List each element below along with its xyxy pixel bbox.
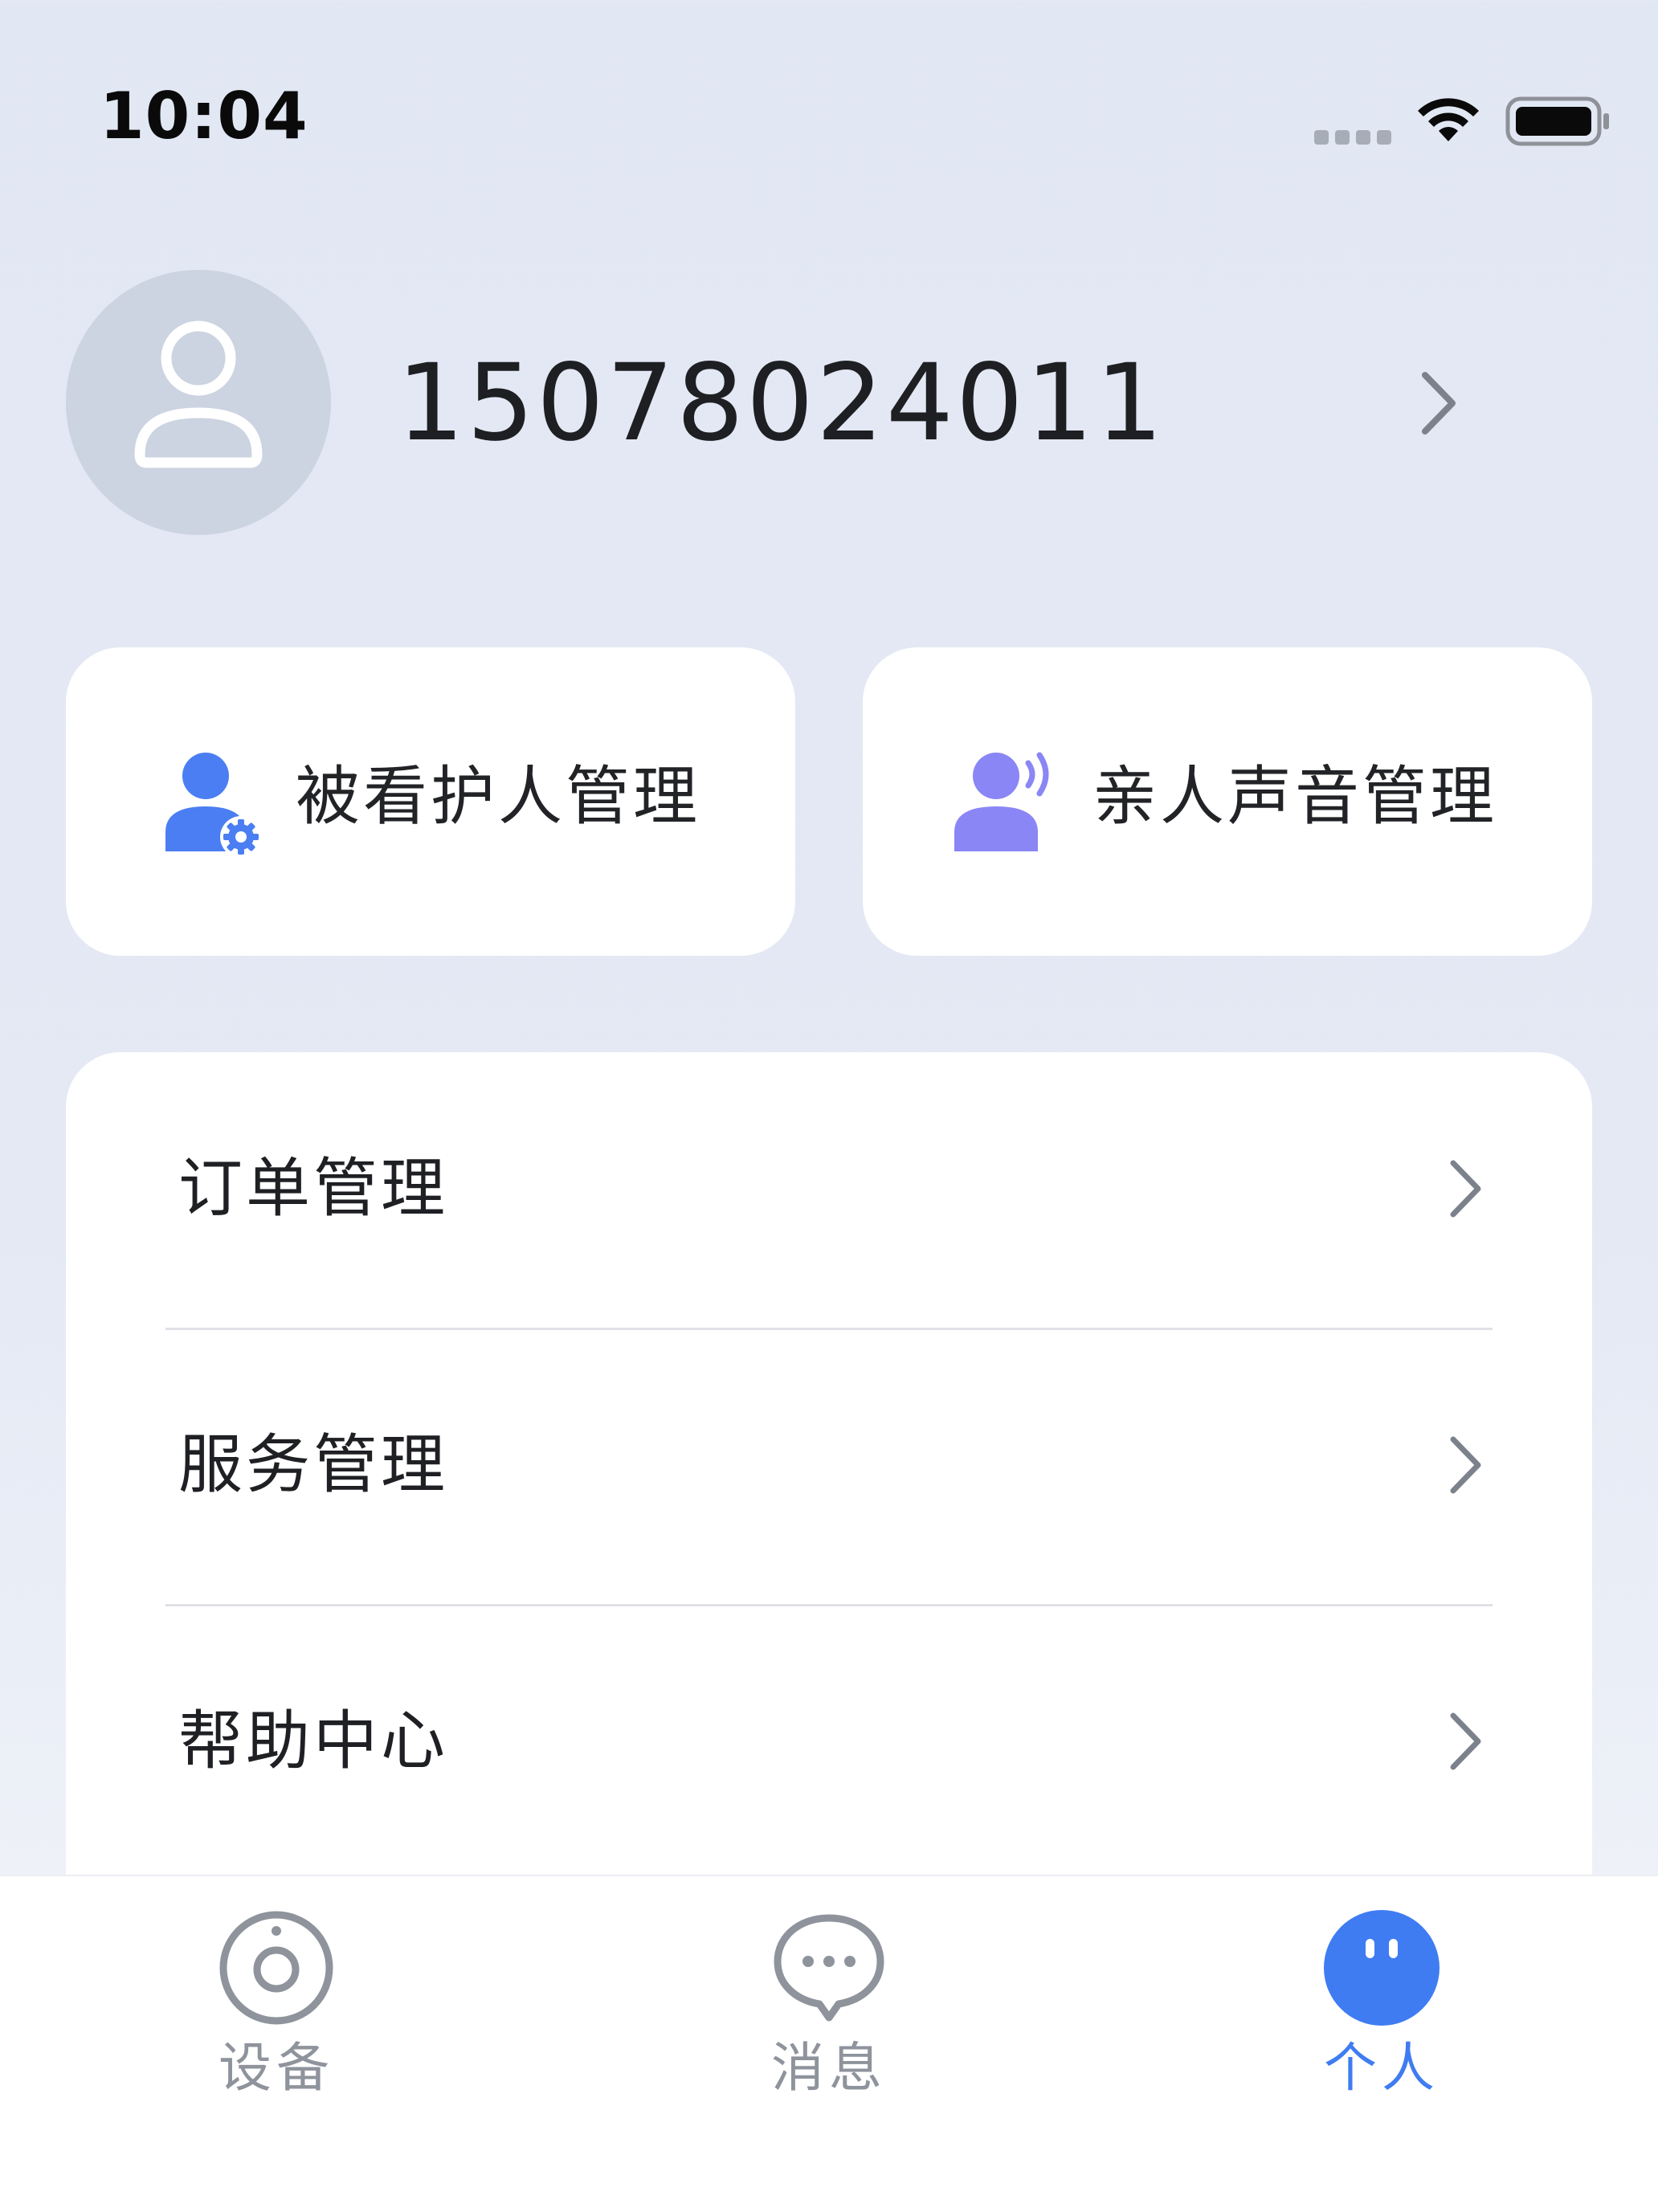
menu-item-label: 帮助中心 [178,1704,448,1778]
user-voice-icon [954,752,1049,851]
phone-number[interactable]: 15078024011 [397,350,1166,456]
ward-management-card[interactable]: 被看护人管理 [66,647,795,956]
profile-face-icon [1324,1910,1440,2026]
chevron-right-icon[interactable] [1419,370,1459,436]
chat-bubble-icon [774,1914,884,2022]
menu-item-help[interactable]: 帮助中心 [66,1605,1592,1881]
tab-label: 个人 [1324,2037,1440,2099]
menu-item-orders[interactable]: 订单管理 [66,1052,1592,1328]
chevron-right-icon [1450,1712,1481,1770]
ward-management-label: 被看护人管理 [296,759,700,834]
tab-device[interactable]: 设备 [0,1876,553,2117]
family-voice-card[interactable]: 亲人声音管理 [863,647,1592,956]
avatar[interactable] [66,270,331,535]
menu-item-services[interactable]: 服务管理 [66,1328,1592,1605]
tab-messages[interactable]: 消息 [553,1876,1105,2117]
chevron-right-icon [1450,1436,1481,1494]
tab-label: 消息 [771,2037,887,2099]
signal-dots-icon [1314,130,1391,145]
tab-profile[interactable]: 个人 [1105,1876,1658,2117]
user-settings-icon [165,753,262,856]
tab-label: 设备 [218,2037,334,2099]
menu-item-label: 服务管理 [178,1427,448,1502]
user-icon [134,320,263,468]
status-bar: 10:04 [0,0,1658,241]
wifi-icon [1418,98,1479,141]
tab-bar: 设备 消息 个人 [0,1875,1658,2212]
menu-item-label: 订单管理 [178,1151,448,1226]
profile-row[interactable]: 15078024011 [0,270,1658,535]
menu-list: 订单管理 服务管理 帮助中心 [66,1052,1592,1936]
chevron-right-icon [1450,1160,1481,1218]
family-voice-label: 亲人声音管理 [1092,759,1497,834]
device-camera-icon [219,1911,333,2025]
battery-icon [1505,96,1609,146]
status-time: 10:04 [100,79,308,153]
